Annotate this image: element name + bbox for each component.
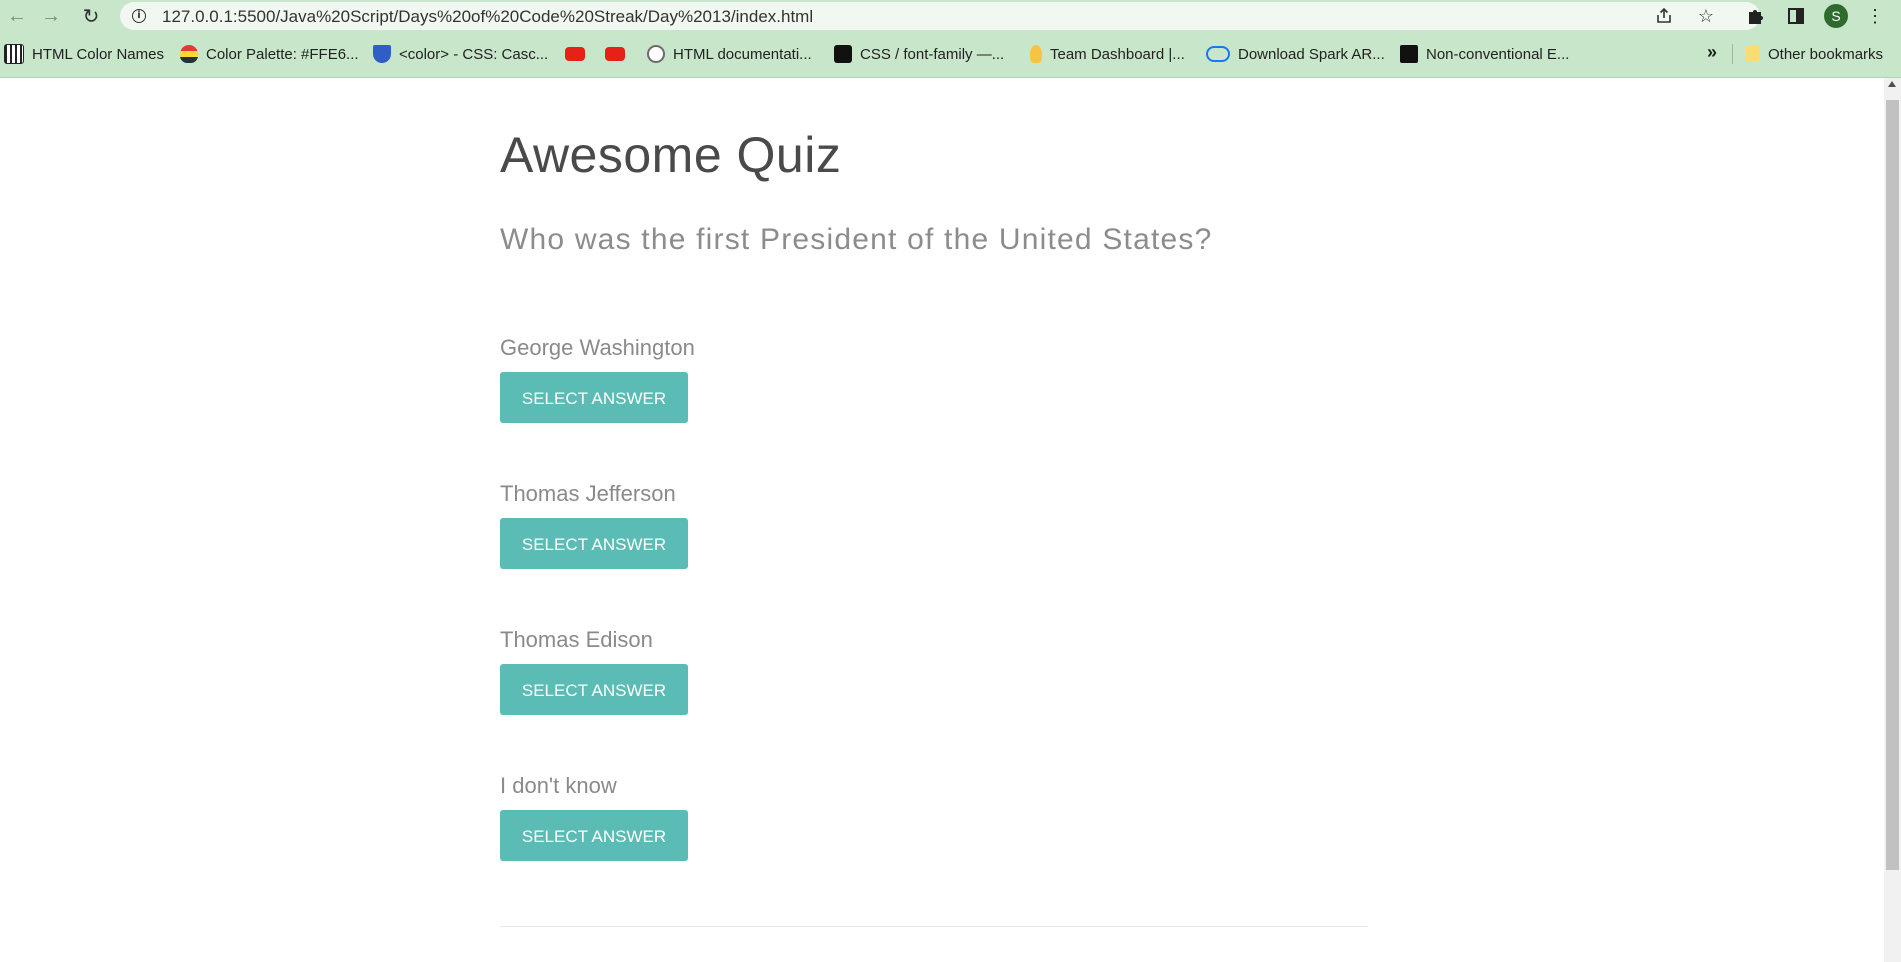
other-bookmarks[interactable]: Other bookmarks — [1746, 44, 1883, 64]
youtube-icon — [605, 47, 625, 61]
bookmark-label: CSS / font-family —... — [860, 45, 1005, 63]
quiz-question: Who was the first President of the Unite… — [500, 223, 1213, 256]
bookmark-label: Color Palette: #FFE6... — [206, 45, 359, 63]
bookmarks-overflow-button[interactable]: » — [1707, 42, 1717, 63]
youtube-icon — [565, 47, 585, 61]
bookmark-non-conventional[interactable]: Non-conventional E... — [1400, 44, 1569, 64]
bookmark-mdn-color[interactable]: <color> - CSS: Casc... — [373, 44, 548, 64]
select-answer-button[interactable]: SELECT ANSWER — [500, 518, 688, 569]
puzzle-icon[interactable] — [1742, 3, 1768, 29]
bookmark-label: Non-conventional E... — [1426, 45, 1570, 63]
kebab-menu-icon[interactable]: ⋮ — [1862, 3, 1888, 29]
answer-option: I don't know SELECT ANSWER — [500, 773, 900, 893]
shield-icon — [373, 45, 391, 63]
bookmark-team-dashboard[interactable]: Team Dashboard |... — [1030, 44, 1185, 64]
answer-text: George Washington — [500, 335, 695, 360]
select-answer-button[interactable]: SELECT ANSWER — [500, 664, 688, 715]
bookmark-label: Download Spark AR... — [1238, 45, 1385, 63]
answer-text: Thomas Jefferson — [500, 481, 676, 506]
bookmark-css-font-family[interactable]: CSS / font-family —... — [834, 44, 1004, 64]
bookmarks-bar: HTML Color Names Color Palette: #FFE6...… — [0, 32, 1901, 78]
answer-option: George Washington SELECT ANSWER — [500, 335, 900, 455]
bookmark-label: <color> - CSS: Casc... — [399, 45, 549, 63]
answer-option: Thomas Edison SELECT ANSWER — [500, 627, 900, 747]
palette-icon — [180, 45, 198, 63]
select-answer-button[interactable]: SELECT ANSWER — [500, 810, 688, 861]
bookmark-label: HTML documentati... — [673, 45, 812, 63]
scrollbar-thumb[interactable] — [1886, 100, 1899, 870]
forward-arrow-icon[interactable]: → — [38, 3, 64, 29]
meta-icon — [1206, 46, 1230, 62]
bookmark-color-palette[interactable]: Color Palette: #FFE6... — [180, 44, 359, 64]
answer-text: I don't know — [500, 773, 617, 798]
scroll-up-arrow-icon[interactable] — [1888, 81, 1896, 87]
folder-icon — [1746, 46, 1760, 62]
other-bookmarks-label: Other bookmarks — [1768, 45, 1884, 63]
profile-avatar[interactable]: S — [1824, 4, 1848, 28]
star-icon[interactable]: ☆ — [1694, 4, 1718, 28]
back-arrow-icon[interactable]: ← — [4, 3, 30, 29]
answer-option: Thomas Jefferson SELECT ANSWER — [500, 481, 900, 601]
address-bar[interactable]: i 127.0.0.1:5500/Java%20Script/Days%20of… — [120, 2, 1760, 30]
vertical-scrollbar[interactable] — [1884, 78, 1901, 962]
reload-icon[interactable]: ↻ — [78, 3, 104, 29]
hashnode-icon — [1400, 45, 1418, 63]
bookmarks-separator — [1732, 44, 1733, 64]
bookmark-youtube-2[interactable] — [605, 44, 625, 64]
bookmark-youtube-1[interactable] — [565, 44, 585, 64]
page-content: Awesome Quiz Who was the first President… — [0, 78, 1884, 962]
bookmark-label: Team Dashboard |... — [1050, 45, 1185, 63]
side-panel-icon[interactable] — [1783, 3, 1809, 29]
piano-icon — [4, 44, 24, 64]
answer-text: Thomas Edison — [500, 627, 653, 652]
browser-toolbar: ← → ↻ i 127.0.0.1:5500/Java%20Script/Day… — [0, 0, 1901, 32]
github-icon — [647, 45, 665, 63]
content-divider — [500, 926, 1368, 927]
bookmark-label: HTML Color Names — [32, 45, 164, 63]
bookmark-html-documentation[interactable]: HTML documentati... — [647, 44, 812, 64]
bookmark-spark-ar[interactable]: Download Spark AR... — [1206, 44, 1385, 64]
select-answer-button[interactable]: SELECT ANSWER — [500, 372, 688, 423]
url-text[interactable]: 127.0.0.1:5500/Java%20Script/Days%20of%2… — [162, 7, 813, 27]
quiz-title: Awesome Quiz — [500, 127, 842, 183]
mascot-icon — [834, 45, 852, 63]
bookmark-html-color-names[interactable]: HTML Color Names — [4, 44, 164, 64]
info-icon[interactable]: i — [132, 9, 146, 23]
bulb-icon — [1030, 45, 1042, 63]
share-icon[interactable] — [1652, 4, 1676, 28]
